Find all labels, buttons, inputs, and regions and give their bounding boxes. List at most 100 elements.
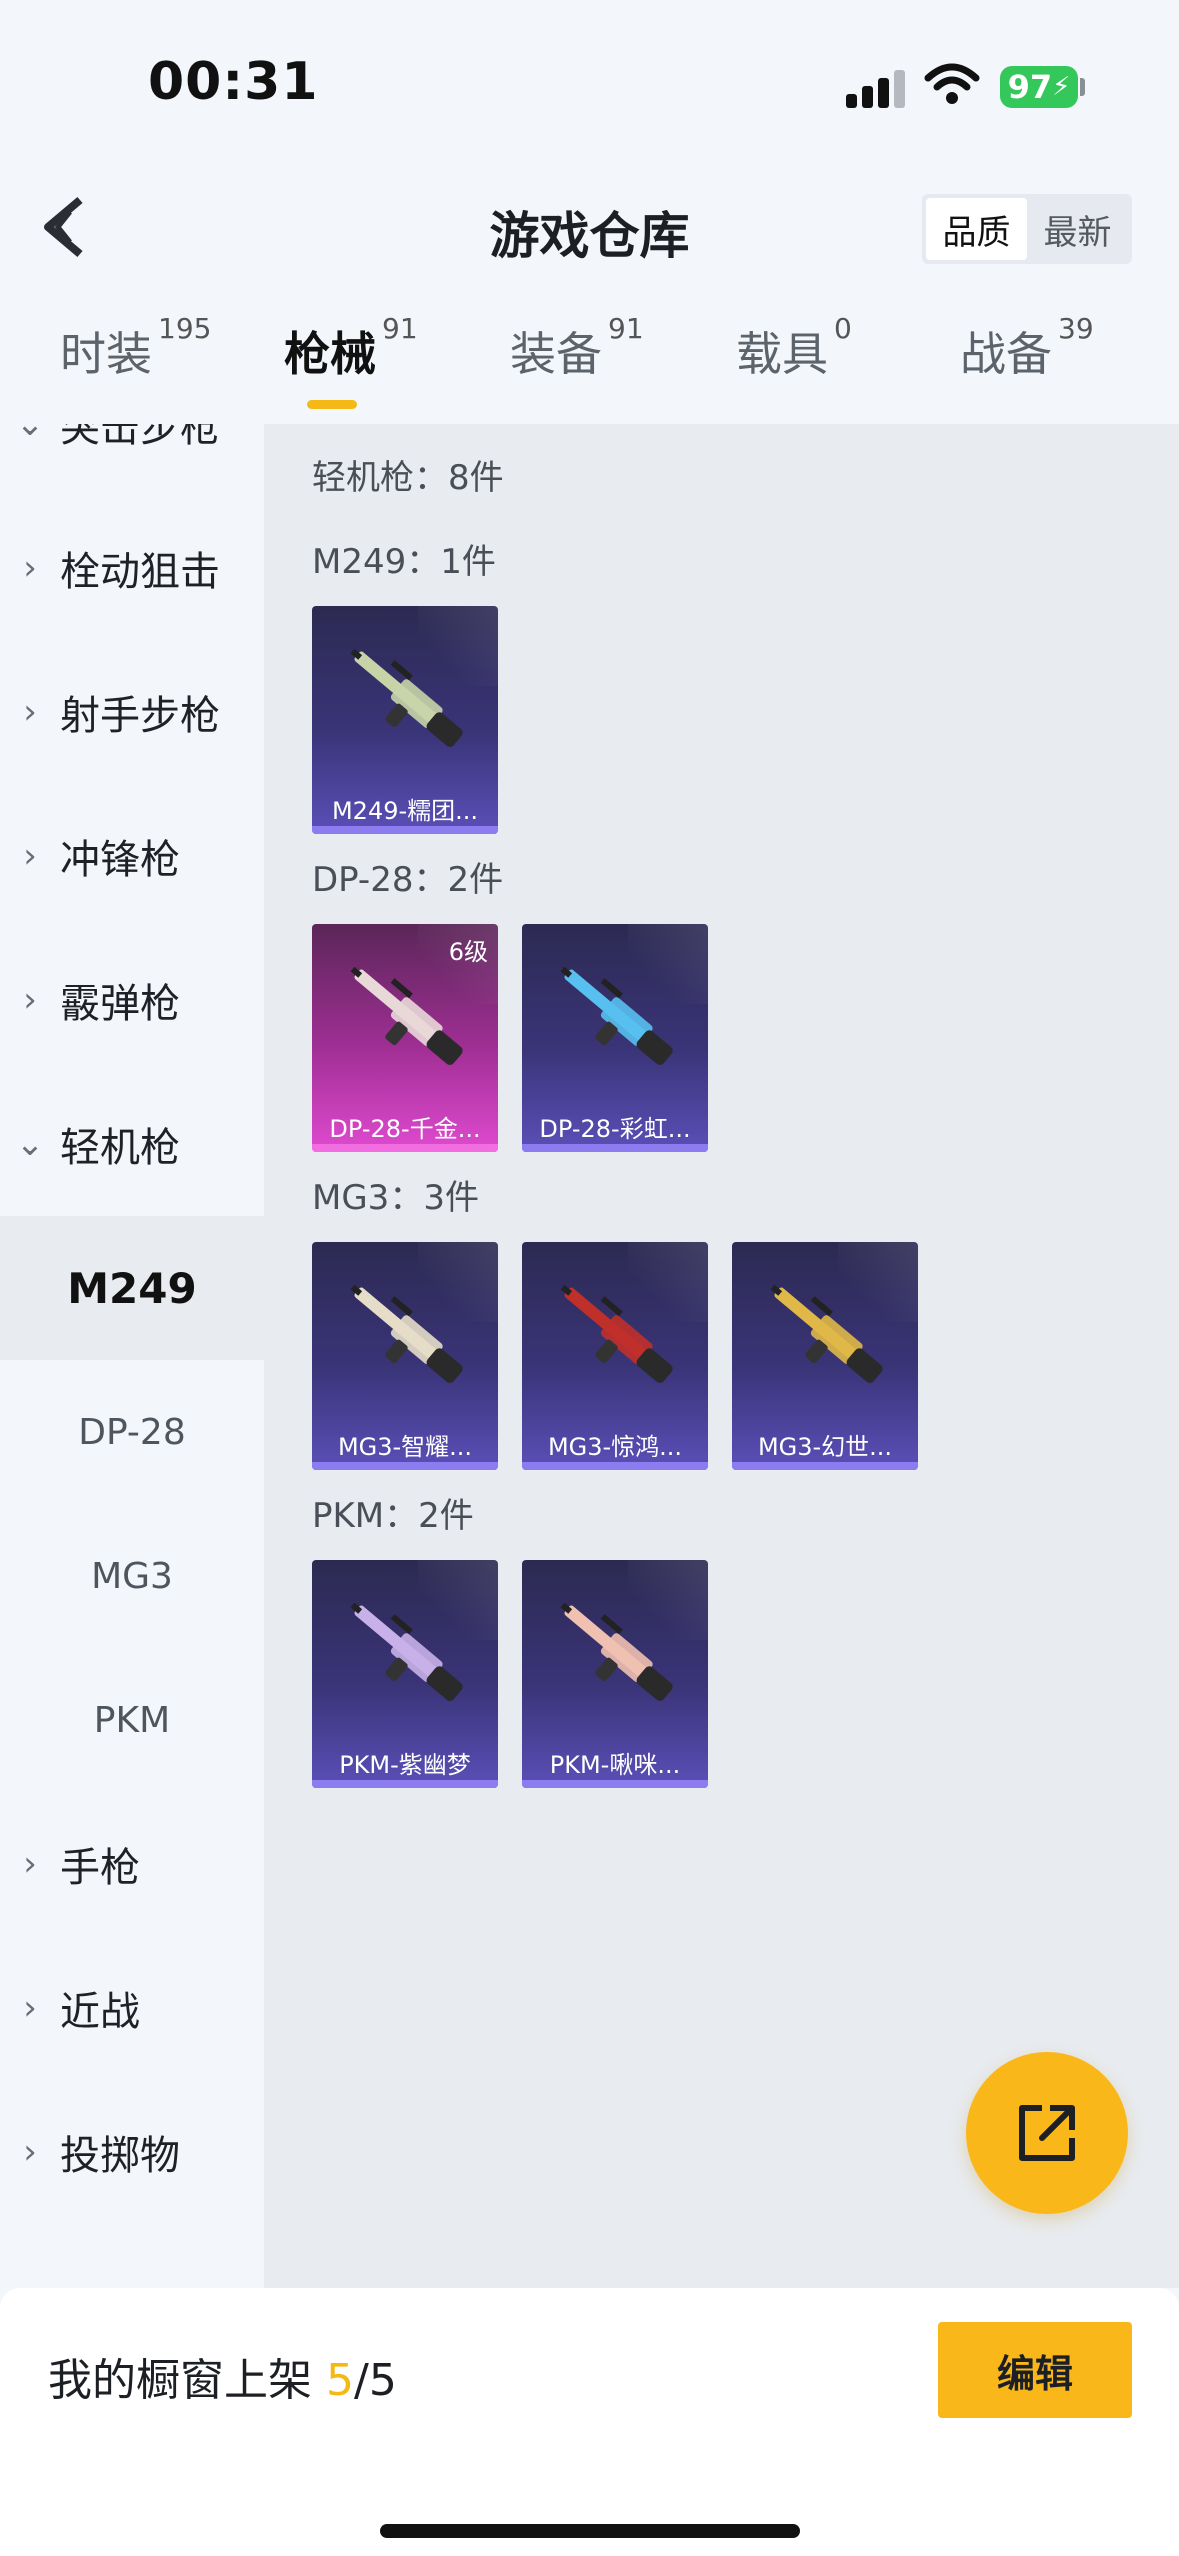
chevron-right-icon: › (23, 692, 37, 732)
item-card[interactable]: DP-28-彩虹... (522, 924, 708, 1152)
tab-equipment[interactable]: 装备 91 (510, 312, 644, 384)
share-button[interactable] (966, 2052, 1128, 2214)
sidebar-item-assault-rifle[interactable]: ⌄ 突击步枪 (0, 424, 264, 496)
sidebar-item-melee[interactable]: › 近战 (0, 1936, 264, 2080)
sidebar-sub-m249[interactable]: M249 (0, 1216, 264, 1360)
group-label-m249: M249：1件 (312, 542, 496, 582)
tab-count: 0 (834, 312, 852, 345)
sidebar-item-smg[interactable]: › 冲锋枪 (0, 784, 264, 928)
edit-button[interactable]: 编辑 (938, 2322, 1132, 2418)
item-name: DP-28-彩虹... (539, 1115, 691, 1143)
item-grid-panel: 轻机枪：8件 M249：1件 M249-糯团... DP-28：2件 6级 DP… (264, 424, 1179, 2288)
lmg-icon (560, 966, 673, 1065)
sidebar-item-label: 投掷物 (60, 2133, 180, 2179)
active-tab-indicator (307, 400, 357, 409)
item-name: MG3-智耀... (337, 1433, 473, 1461)
sidebar-sub-mg3[interactable]: MG3 (0, 1504, 264, 1648)
lmg-icon (560, 1284, 673, 1383)
rarity-bar (312, 1144, 498, 1152)
item-card[interactable]: M249-糯团... (312, 606, 498, 834)
sidebar-item-shotgun[interactable]: › 霰弹枪 (0, 928, 264, 1072)
sidebar-item-throwables[interactable]: › 投掷物 (0, 2080, 264, 2224)
showcase-current: 5 (326, 2355, 354, 2406)
sidebar-sub-dp28[interactable]: DP-28 (0, 1360, 264, 1504)
rarity-bar (732, 1462, 918, 1470)
sort-newest-button[interactable]: 最新 (1027, 198, 1128, 260)
rarity-bar (312, 1462, 498, 1470)
lmg-icon (770, 1284, 883, 1383)
tab-count: 195 (158, 312, 212, 345)
battery-indicator: 97 ⚡ (1000, 66, 1078, 108)
sidebar: ⌄ 突击步枪 › 栓动狙击 › 射手步枪 › 冲锋枪 › 霰弹枪 ⌄ 轻机枪 M… (0, 424, 264, 2288)
tab-supplies[interactable]: 战备 39 (960, 312, 1094, 384)
item-name: PKM-紫幽梦 (339, 1751, 471, 1779)
sidebar-item-lmg[interactable]: ⌄ 轻机枪 (0, 1072, 264, 1216)
item-name: M249-糯团... (331, 797, 479, 825)
sidebar-item-label: 栓动狙击 (60, 549, 220, 595)
chevron-down-icon: ⌄ (15, 424, 45, 444)
sidebar-item-pistol[interactable]: › 手枪 (0, 1792, 264, 1936)
share-icon (1019, 2105, 1075, 2161)
home-indicator (380, 2524, 800, 2538)
sidebar-item-label: 突击步枪 (60, 424, 220, 451)
sidebar-item-label: 冲锋枪 (60, 837, 180, 883)
showcase-status: 我的橱窗上架 5/5 (48, 2344, 397, 2408)
item-name: DP-28-千金... (329, 1115, 481, 1143)
tab-fashion[interactable]: 时装 195 (60, 312, 211, 384)
item-card[interactable]: MG3-智耀... (312, 1242, 498, 1470)
lmg-icon (350, 1284, 463, 1383)
chevron-right-icon: › (23, 980, 37, 1020)
item-card[interactable]: PKM-紫幽梦 (312, 1560, 498, 1788)
tab-label: 装备 (510, 327, 602, 381)
sort-quality-button[interactable]: 品质 (926, 198, 1027, 260)
group-label-mg3: MG3：3件 (312, 1178, 479, 1218)
signal-icon (846, 68, 906, 108)
sidebar-item-label: 霰弹枪 (60, 981, 180, 1027)
item-name: PKM-啾咪... (549, 1751, 681, 1779)
chevron-right-icon: › (23, 548, 37, 588)
tab-vehicles[interactable]: 载具 0 (736, 312, 852, 384)
wifi-icon (924, 63, 980, 104)
lmg-icon (350, 1602, 463, 1701)
item-card[interactable]: MG3-惊鸿... (522, 1242, 708, 1470)
showcase-total: /5 (354, 2355, 397, 2406)
item-card[interactable]: PKM-啾咪... (522, 1560, 708, 1788)
lmg-icon (560, 1602, 673, 1701)
tab-label: 载具 (736, 327, 828, 381)
item-card[interactable]: 6级 DP-28-千金... (312, 924, 498, 1152)
section-summary: 轻机枪：8件 (312, 458, 504, 498)
tab-count: 91 (608, 312, 644, 345)
rarity-bar (522, 1780, 708, 1788)
sort-toggle: 品质 最新 (922, 194, 1132, 264)
chevron-down-icon: ⌄ (15, 1124, 45, 1164)
chevron-right-icon: › (23, 1988, 37, 2028)
group-label-dp28: DP-28：2件 (312, 860, 504, 900)
group-label-pkm: PKM：2件 (312, 1496, 474, 1536)
rarity-bar (522, 1462, 708, 1470)
rarity-bar (312, 1780, 498, 1788)
battery-level: 97 (1007, 68, 1053, 106)
sidebar-item-label: 轻机枪 (60, 1125, 180, 1171)
rarity-bar (522, 1144, 708, 1152)
category-tabs: 时装 195 枪械 91 装备 91 载具 0 战备 39 (0, 312, 1179, 418)
tab-guns[interactable]: 枪械 91 (284, 312, 418, 384)
item-card[interactable]: MG3-幻世... (732, 1242, 918, 1470)
rarity-bar (312, 826, 498, 834)
sidebar-sub-pkm[interactable]: PKM (0, 1648, 264, 1792)
lmg-icon (350, 966, 463, 1065)
tab-count: 39 (1058, 312, 1094, 345)
item-name: MG3-惊鸿... (547, 1433, 683, 1461)
battery-tip (1080, 78, 1085, 96)
sidebar-item-label: 射手步枪 (60, 693, 220, 739)
showcase-label: 我的橱窗上架 (48, 2355, 326, 2406)
tab-count: 91 (382, 312, 418, 345)
tab-label: 时装 (60, 327, 152, 381)
sidebar-item-bolt-sniper[interactable]: › 栓动狙击 (0, 496, 264, 640)
sidebar-item-marksman-rifle[interactable]: › 射手步枪 (0, 640, 264, 784)
tab-label: 战备 (960, 327, 1052, 381)
chevron-right-icon: › (23, 2132, 37, 2172)
status-time: 00:31 (148, 52, 319, 112)
sidebar-item-label: 手枪 (60, 1845, 140, 1891)
chevron-right-icon: › (23, 1844, 37, 1884)
tab-label: 枪械 (284, 327, 376, 381)
